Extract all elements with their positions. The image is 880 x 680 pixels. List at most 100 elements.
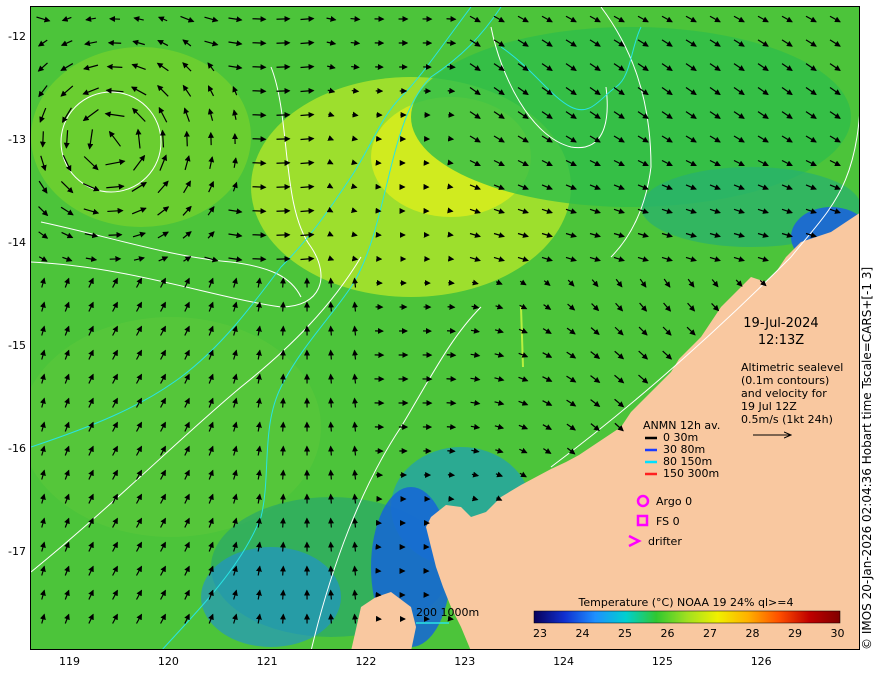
velocity-arrow <box>350 15 361 22</box>
lon-tick-label: 122 <box>355 655 377 668</box>
lat-tick-label: -17 <box>8 545 26 559</box>
velocity-arrow <box>252 256 267 263</box>
velocity-arrow <box>447 135 455 142</box>
velocity-arrow <box>279 565 286 576</box>
velocity-arrow <box>252 112 267 119</box>
colorbar-gradient <box>533 610 841 624</box>
velocity-arrow <box>351 87 360 94</box>
credit-vertical: © IMOS 20-Jan-2026 02:04:36 Hobart time … <box>860 210 878 650</box>
velocity-arrow <box>39 131 46 148</box>
velocity-arrow <box>252 88 267 95</box>
velocity-arrow <box>328 277 335 288</box>
isobath-legend-label: 200 1000m <box>416 606 479 619</box>
anmn-label-3: 150 300m <box>663 467 719 480</box>
lat-tick-label: -14 <box>8 235 26 249</box>
velocity-arrow <box>279 445 286 456</box>
velocity-arrow <box>328 421 335 432</box>
velocity-arrow <box>252 16 267 23</box>
velocity-arrow <box>350 207 358 214</box>
velocity-arrow <box>446 351 457 358</box>
fs-label: FS 0 <box>656 515 680 528</box>
velocity-arrow <box>447 447 456 454</box>
velocity-arrow <box>279 373 286 384</box>
velocity-arrow <box>279 277 286 288</box>
colorbar-tick-28: 28 <box>746 627 760 640</box>
velocity-arrow <box>252 136 267 143</box>
lat-tick-label: -15 <box>8 339 26 353</box>
credit-text: © IMOS 20-Jan-2026 02:04:36 Hobart time … <box>860 266 874 650</box>
velocity-arrow <box>328 589 335 600</box>
velocity-arrow <box>448 279 455 286</box>
colorbar-tick-23: 23 <box>533 627 547 640</box>
map-time: 12:13Z <box>758 333 804 348</box>
colorbar-tick-30: 30 <box>831 627 845 640</box>
velocity-arrow <box>328 445 335 456</box>
velocity-arrow <box>328 517 335 528</box>
velocity-arrow <box>328 541 335 552</box>
velocity-arrow <box>328 493 335 504</box>
velocity-arrow <box>328 349 335 360</box>
velocity-arrow <box>447 183 454 190</box>
velocity-arrow <box>447 327 456 334</box>
velocity-arrow <box>447 255 455 262</box>
velocity-arrow <box>108 231 123 238</box>
velocity-arrow <box>252 160 267 167</box>
velocity-arrow <box>328 373 335 384</box>
velocity-arrow <box>446 375 457 382</box>
velocity-arrow <box>448 495 455 502</box>
colorbar-tick-25: 25 <box>618 627 632 640</box>
velocity-arrow <box>328 613 335 624</box>
map-frame: 19-Jul-2024 12:13Z Altimetric sealevel (… <box>30 6 860 650</box>
colorbar-tick-27: 27 <box>703 627 717 640</box>
velocity-arrow <box>351 231 358 238</box>
colorbar-tick-26: 26 <box>661 627 675 640</box>
velocity-arrow <box>252 184 267 191</box>
velocity-arrow <box>447 63 456 70</box>
velocity-arrow <box>447 87 456 94</box>
velocity-arrow <box>106 63 123 70</box>
velocity-arrow <box>279 493 286 504</box>
velocity-arrow <box>351 255 359 262</box>
velocity-arrow <box>328 325 335 336</box>
lon-tick-label: 125 <box>651 655 673 668</box>
velocity-arrow <box>279 325 286 336</box>
velocity-arrow <box>279 613 286 624</box>
colorbar-title: Temperature (°C) NOAA 19 24% ql>=4 <box>578 596 794 609</box>
lon-tick-label: 121 <box>256 655 278 668</box>
velocity-arrow <box>351 63 360 70</box>
altimetry-line-3: and velocity for <box>741 387 827 400</box>
velocity-arrow <box>352 111 359 118</box>
lon-tick-label: 123 <box>454 655 476 668</box>
velocity-arrow <box>279 541 286 552</box>
lat-tick-label: -16 <box>8 442 26 456</box>
velocity-arrow <box>447 231 454 238</box>
lat-tick-label: -12 <box>8 29 26 43</box>
velocity-arrow <box>447 471 456 478</box>
altimetry-line-4: 19 Jul 12Z <box>741 400 797 413</box>
velocity-arrow <box>279 421 286 432</box>
altimetry-line-5: 0.5m/s (1kt 24h) <box>741 413 833 426</box>
altimetry-line-1: Altimetric sealevel <box>741 361 843 374</box>
velocity-arrow <box>279 589 286 600</box>
velocity-arrow <box>448 111 455 118</box>
velocity-arrow <box>252 208 267 215</box>
velocity-arrow <box>328 301 335 312</box>
velocity-arrow <box>351 135 359 142</box>
velocity-arrow <box>252 232 267 239</box>
lon-tick-label: 126 <box>750 655 772 668</box>
colorbar-tick-29: 29 <box>788 627 802 640</box>
velocity-arrow <box>447 207 454 214</box>
velocity-arrow <box>446 39 457 46</box>
velocity-arrow <box>183 130 190 147</box>
velocity-arrow <box>279 301 286 312</box>
velocity-arrow <box>446 423 457 430</box>
velocity-arrow <box>328 565 335 576</box>
drifter-label: drifter <box>648 535 682 548</box>
velocity-arrow <box>447 159 454 166</box>
velocity-arrow <box>279 349 286 360</box>
velocity-arrow <box>279 469 286 480</box>
lon-tick-label: 120 <box>157 655 179 668</box>
sst-map[interactable]: 19-Jul-2024 12:13Z Altimetric sealevel (… <box>31 7 860 650</box>
velocity-arrow <box>328 397 335 408</box>
colorbar-tick-24: 24 <box>576 627 590 640</box>
